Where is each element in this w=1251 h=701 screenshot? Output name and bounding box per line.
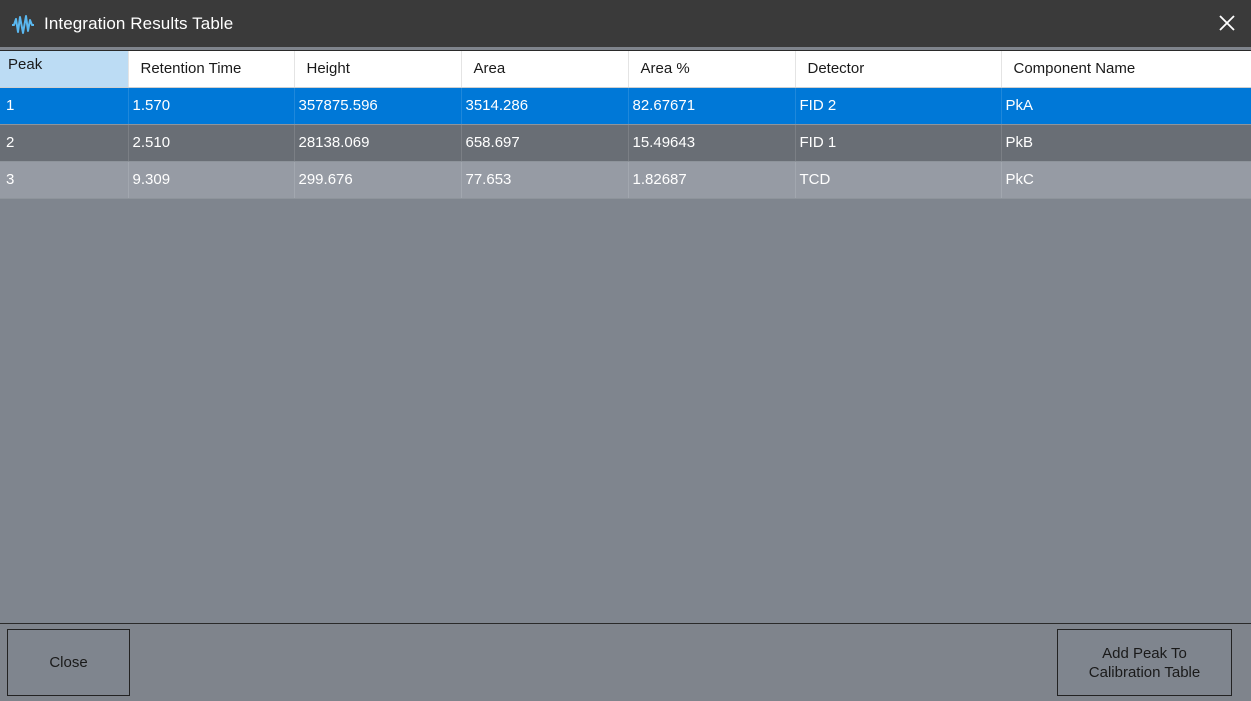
table-row[interactable]: 1 1.570 357875.596 3514.286 82.67671 FID… bbox=[0, 87, 1251, 125]
cell-component-name[interactable]: PkB bbox=[1001, 124, 1251, 162]
title-bar: Integration Results Table bbox=[0, 0, 1251, 47]
cell-detector[interactable]: FID 2 bbox=[795, 87, 1002, 125]
header-row: Peak Retention Time Height Area Area % D… bbox=[0, 51, 1251, 88]
column-header-area-percent[interactable]: Area % bbox=[628, 51, 796, 88]
column-header-retention-time[interactable]: Retention Time bbox=[128, 51, 295, 88]
cell-area[interactable]: 658.697 bbox=[461, 124, 629, 162]
column-header-peak[interactable]: Peak bbox=[0, 51, 129, 88]
column-header-height[interactable]: Height bbox=[294, 51, 462, 88]
add-peak-button-label-line2: Calibration Table bbox=[1088, 663, 1201, 681]
cell-peak[interactable]: 1 bbox=[0, 87, 129, 125]
add-peak-to-calibration-table-button[interactable]: Add Peak To Calibration Table bbox=[1057, 629, 1232, 696]
cell-height[interactable]: 357875.596 bbox=[294, 87, 462, 125]
cell-component-name[interactable]: PkA bbox=[1001, 87, 1251, 125]
cell-peak[interactable]: 3 bbox=[0, 161, 129, 199]
cell-peak[interactable]: 2 bbox=[0, 124, 129, 162]
column-header-component-name[interactable]: Component Name bbox=[1001, 51, 1251, 88]
cell-area-percent[interactable]: 15.49643 bbox=[628, 124, 796, 162]
column-header-area[interactable]: Area bbox=[461, 51, 629, 88]
cell-retention-time[interactable]: 1.570 bbox=[128, 87, 295, 125]
cell-retention-time[interactable]: 9.309 bbox=[128, 161, 295, 199]
table-row[interactable]: 2 2.510 28138.069 658.697 15.49643 FID 1… bbox=[0, 124, 1251, 162]
column-header-detector[interactable]: Detector bbox=[795, 51, 1002, 88]
close-button[interactable]: Close bbox=[7, 629, 130, 696]
cell-area-percent[interactable]: 82.67671 bbox=[628, 87, 796, 125]
window-title: Integration Results Table bbox=[44, 13, 234, 33]
cell-area[interactable]: 77.653 bbox=[461, 161, 629, 199]
add-peak-button-label-line1: Add Peak To bbox=[1102, 644, 1187, 662]
table-row[interactable]: 3 9.309 299.676 77.653 1.82687 TCD PkC bbox=[0, 161, 1251, 199]
close-icon[interactable] bbox=[1215, 11, 1239, 35]
results-grid[interactable]: Peak Retention Time Height Area Area % D… bbox=[0, 50, 1251, 624]
add-peak-button-label: Add Peak To Calibration Table bbox=[1089, 644, 1200, 682]
cell-height[interactable]: 28138.069 bbox=[294, 124, 462, 162]
close-button-label: Close bbox=[49, 654, 88, 671]
cell-detector[interactable]: TCD bbox=[795, 161, 1002, 199]
cell-retention-time[interactable]: 2.510 bbox=[128, 124, 295, 162]
cell-area[interactable]: 3514.286 bbox=[461, 87, 629, 125]
waveform-icon bbox=[10, 11, 36, 37]
cell-height[interactable]: 299.676 bbox=[294, 161, 462, 199]
cell-component-name[interactable]: PkC bbox=[1001, 161, 1251, 199]
results-table: Peak Retention Time Height Area Area % D… bbox=[0, 51, 1251, 199]
cell-area-percent[interactable]: 1.82687 bbox=[628, 161, 796, 199]
cell-detector[interactable]: FID 1 bbox=[795, 124, 1002, 162]
